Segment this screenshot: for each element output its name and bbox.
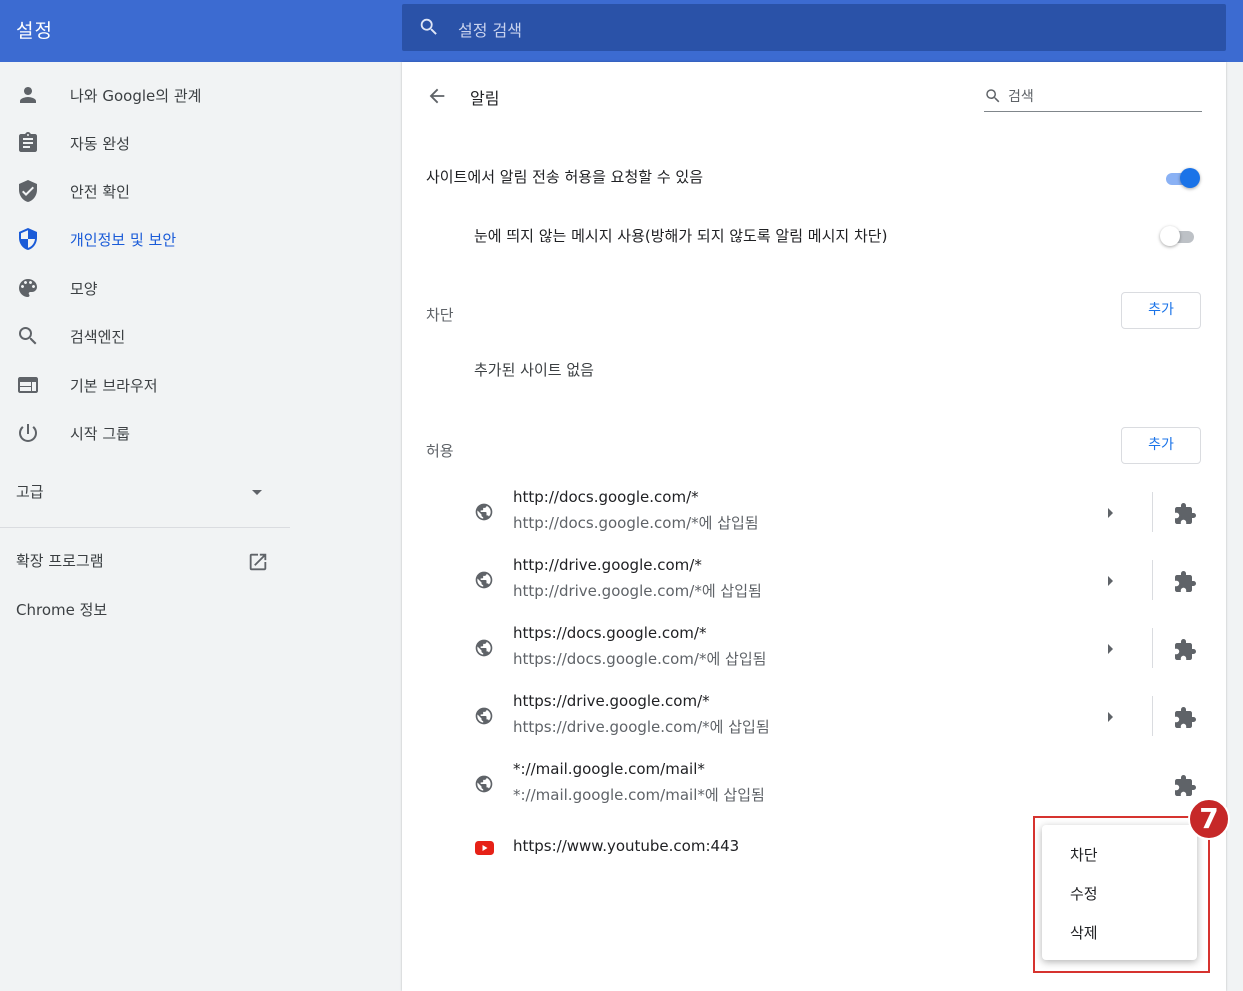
sidebar-item-search-engine[interactable]: 검색엔진 — [0, 316, 400, 356]
sidebar-item-you-and-google[interactable]: 나와 Google의 관계 — [0, 75, 400, 115]
site-embedded-text: http://docs.google.com/*에 삽입됨 — [513, 514, 759, 532]
menu-item-label: 차단 — [1070, 846, 1098, 864]
youtube-icon — [475, 840, 494, 859]
search-icon — [418, 16, 440, 42]
allow-section-label: 허용 — [426, 442, 454, 460]
sidebar-item-on-startup[interactable]: 시작 그룹 — [0, 413, 400, 453]
sidebar-divider — [0, 527, 290, 528]
top-bar: 설정 설정 검색 — [0, 0, 1243, 62]
block-section-label: 차단 — [426, 306, 454, 324]
ask-to-send-toggle[interactable] — [1164, 168, 1200, 188]
list-item[interactable]: https://docs.google.com/* https://docs.g… — [402, 616, 1226, 684]
toggle-knob — [1180, 168, 1200, 188]
sidebar-item-label: 시작 그룹 — [70, 425, 130, 443]
extensions-link[interactable]: 확장 프로그램 — [16, 550, 104, 571]
site-action-menu: 차단 수정 삭제 — [1042, 825, 1197, 960]
site-search-field[interactable]: 검색 — [984, 84, 1202, 112]
divider — [1152, 696, 1153, 736]
site-search-input[interactable]: 검색 — [1008, 86, 1034, 106]
site-url: https://docs.google.com/* — [513, 624, 707, 642]
sidebar-item-autofill[interactable]: 자동 완성 — [0, 123, 400, 163]
divider — [1152, 628, 1153, 668]
callout-number-badge: 7 — [1188, 798, 1230, 840]
site-embedded-text: *://mail.google.com/mail*에 삽입됨 — [513, 786, 765, 804]
site-url: https://drive.google.com/* — [513, 692, 710, 710]
site-url: *://mail.google.com/mail* — [513, 760, 705, 778]
search-icon — [16, 324, 40, 348]
block-empty-text: 추가된 사이트 없음 — [474, 361, 594, 379]
chevron-right-icon[interactable] — [1108, 508, 1113, 518]
chevron-right-icon[interactable] — [1108, 644, 1113, 654]
advanced-toggle[interactable]: 고급 — [16, 481, 44, 502]
menu-item-remove[interactable]: 삭제 — [1042, 913, 1197, 951]
sidebar-item-label: 안전 확인 — [70, 183, 130, 201]
block-add-button[interactable]: 추가 — [1121, 292, 1201, 329]
shield-icon — [16, 227, 40, 251]
site-embedded-text: https://docs.google.com/*에 삽입됨 — [513, 650, 767, 668]
sidebar: 나와 Google의 관계 자동 완성 안전 확인 개인정보 및 보안 모양 검… — [0, 62, 400, 991]
menu-item-label: 수정 — [1070, 885, 1098, 903]
divider — [1152, 492, 1153, 532]
sidebar-item-privacy-security[interactable]: 개인정보 및 보안 — [0, 219, 400, 259]
extension-puzzle-icon[interactable] — [1173, 774, 1197, 802]
globe-icon — [474, 570, 494, 594]
globe-icon — [474, 774, 494, 798]
toggle-knob — [1160, 226, 1180, 246]
extension-puzzle-icon[interactable] — [1173, 502, 1197, 530]
page-title: 알림 — [470, 89, 500, 108]
chevron-right-icon[interactable] — [1108, 576, 1113, 586]
list-item[interactable]: http://drive.google.com/* http://drive.g… — [402, 548, 1226, 616]
chevron-right-icon[interactable] — [1108, 712, 1113, 722]
sidebar-item-default-browser[interactable]: 기본 브라우저 — [0, 365, 400, 405]
globe-icon — [474, 638, 494, 662]
site-url: https://www.youtube.com:443 — [513, 837, 740, 855]
settings-search-input[interactable]: 설정 검색 — [458, 17, 522, 41]
sidebar-item-label: 나와 Google의 관계 — [70, 87, 202, 105]
globe-icon — [474, 706, 494, 730]
about-chrome-link[interactable]: Chrome 정보 — [16, 599, 107, 620]
extension-puzzle-icon[interactable] — [1173, 638, 1197, 666]
site-embedded-text: https://drive.google.com/*에 삽입됨 — [513, 718, 770, 736]
app-title: 설정 — [16, 20, 53, 42]
list-item[interactable]: *://mail.google.com/mail* *://mail.googl… — [402, 752, 1226, 820]
sidebar-item-label: 검색엔진 — [70, 328, 126, 346]
sidebar-item-safety-check[interactable]: 안전 확인 — [0, 171, 400, 211]
power-icon — [16, 421, 40, 445]
quiet-messaging-toggle[interactable] — [1160, 226, 1196, 246]
extension-puzzle-icon[interactable] — [1173, 706, 1197, 734]
allow-add-button[interactable]: 추가 — [1121, 427, 1201, 464]
shield-check-icon — [16, 179, 40, 203]
site-url: http://docs.google.com/* — [513, 488, 699, 506]
site-url: http://drive.google.com/* — [513, 556, 702, 574]
quiet-messaging-label: 눈에 띄지 않는 메시지 사용(방해가 되지 않도록 알림 메시지 차단) — [474, 227, 888, 245]
sidebar-item-label: 개인정보 및 보안 — [70, 231, 177, 249]
back-arrow-icon[interactable] — [426, 85, 448, 111]
menu-item-edit[interactable]: 수정 — [1042, 874, 1197, 912]
extension-puzzle-icon[interactable] — [1173, 570, 1197, 598]
person-icon — [16, 83, 40, 107]
menu-item-block[interactable]: 차단 — [1042, 835, 1197, 873]
menu-item-label: 삭제 — [1070, 924, 1098, 942]
globe-icon — [474, 502, 494, 526]
palette-icon — [16, 276, 40, 300]
open-in-new-icon[interactable] — [247, 551, 269, 577]
chevron-down-icon[interactable] — [252, 490, 262, 495]
browser-icon — [16, 373, 40, 397]
ask-to-send-label: 사이트에서 알림 전송 허용을 요청할 수 있음 — [426, 168, 704, 186]
sidebar-item-label: 기본 브라우저 — [70, 377, 158, 395]
site-embedded-text: http://drive.google.com/*에 삽입됨 — [513, 582, 762, 600]
sidebar-item-label: 모양 — [70, 280, 98, 298]
clipboard-icon — [16, 131, 40, 155]
settings-search-box[interactable]: 설정 검색 — [402, 4, 1226, 51]
sidebar-item-appearance[interactable]: 모양 — [0, 268, 400, 308]
divider — [1152, 560, 1153, 600]
sidebar-item-label: 자동 완성 — [70, 135, 130, 153]
list-item[interactable]: https://drive.google.com/* https://drive… — [402, 684, 1226, 752]
list-item[interactable]: http://docs.google.com/* http://docs.goo… — [402, 480, 1226, 548]
search-icon — [984, 87, 1002, 109]
